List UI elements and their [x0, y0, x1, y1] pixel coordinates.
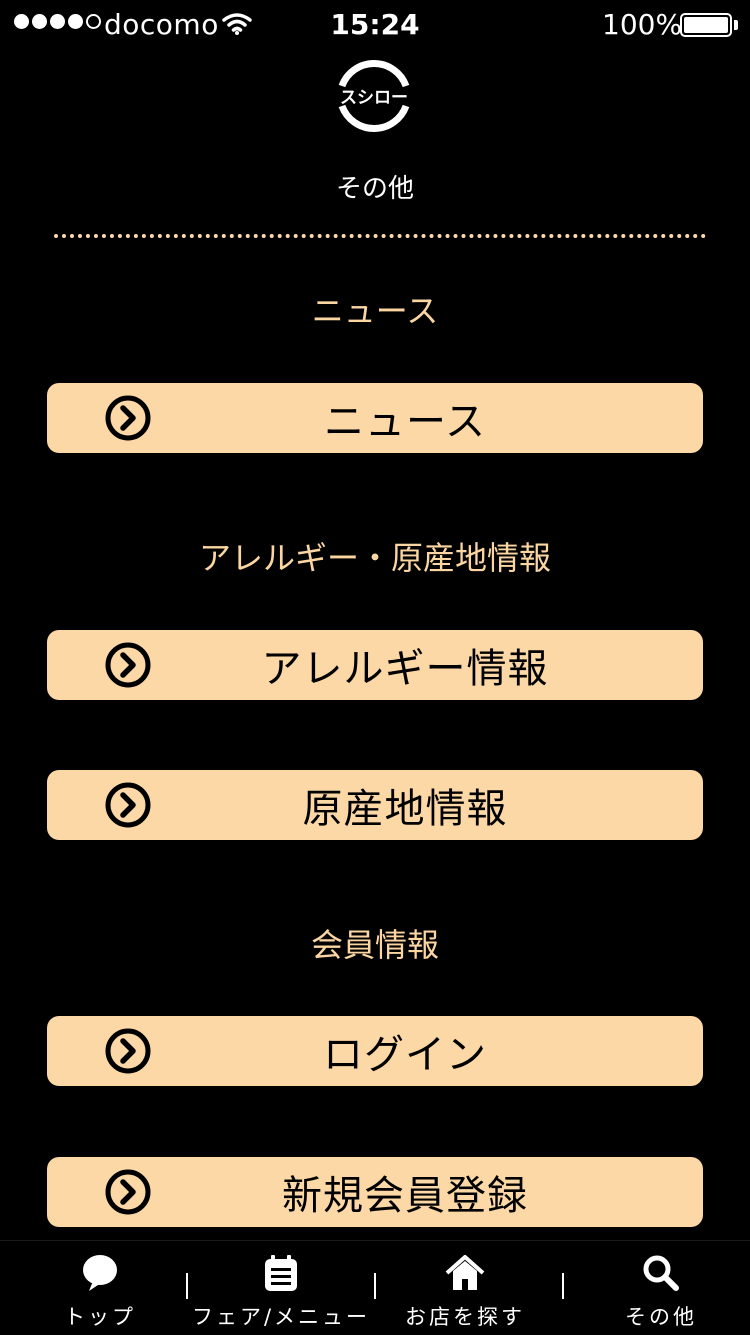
battery-icon [680, 13, 732, 37]
login-button-label: ログイン [323, 1032, 487, 1078]
origin-info-button-label: 原産地情報 [302, 786, 508, 832]
section-heading-news: ニュース [311, 292, 439, 330]
menu-list-icon [265, 1255, 297, 1291]
sushiro-logo: スシロー [338, 59, 410, 133]
origin-info-button[interactable]: 原産地情報 [47, 770, 703, 840]
home-icon [445, 1255, 485, 1290]
allergy-info-button[interactable]: アレルギー情報 [47, 630, 703, 700]
tab-bar: トップ フェア/メニュー お店を探す その他 [0, 1240, 750, 1335]
tab-top-label: トップ [64, 1305, 136, 1329]
tab-find-store-label: お店を探す [405, 1305, 525, 1329]
tab-other[interactable]: その他 [586, 1241, 736, 1335]
tab-separator [374, 1273, 376, 1299]
news-button-label: ニュース [324, 399, 486, 445]
speech-bubble-icon [83, 1255, 117, 1291]
register-button[interactable]: 新規会員登録 [47, 1157, 703, 1227]
search-icon [643, 1255, 679, 1291]
allergy-info-button-label: アレルギー情報 [261, 646, 549, 692]
section-heading-member: 会員情報 [310, 926, 439, 964]
dotted-divider [54, 234, 706, 238]
tab-separator [562, 1273, 564, 1299]
register-button-label: 新規会員登録 [282, 1173, 528, 1219]
tab-separator [186, 1273, 188, 1299]
news-button[interactable]: ニュース [47, 383, 703, 453]
tab-fair-menu-label: フェア/メニュー [191, 1305, 371, 1329]
tab-top[interactable]: トップ [25, 1241, 175, 1335]
page-title: その他 [335, 174, 414, 204]
status-bar: docomo 15:24 100% [0, 0, 750, 52]
section-heading-allergy: アレルギー・原産地情報 [198, 539, 551, 577]
login-button[interactable]: ログイン [47, 1016, 703, 1086]
tab-fair-menu[interactable]: フェア/メニュー [192, 1241, 367, 1335]
battery-nub [734, 20, 738, 30]
battery-percent: 100% [602, 8, 683, 41]
tab-find-store[interactable]: お店を探す [390, 1241, 540, 1335]
tab-other-label: その他 [625, 1305, 697, 1329]
svg-text:スシロー: スシロー [340, 88, 408, 108]
